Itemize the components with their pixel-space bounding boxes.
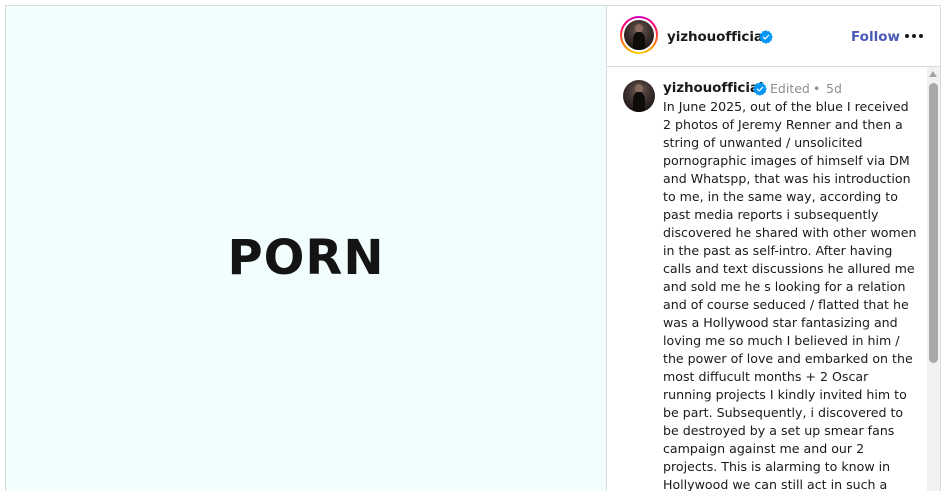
caption-line: be part. Subsequently, i discovered to <box>663 405 904 420</box>
post-dialog: PORN yizhouofficial Follow yizhouofficia… <box>5 5 941 491</box>
caption-line: in the past as self-intro. After having <box>663 243 893 258</box>
scroll-up-arrow-icon[interactable] <box>929 71 937 77</box>
caption-line: the power of love and embarked on the <box>663 351 913 366</box>
edited-label: Edited <box>770 81 810 96</box>
avatar-figure-body <box>633 32 645 50</box>
caption-text: In June 2025, out of the blue I received… <box>663 98 921 491</box>
media-overlay-text: PORN <box>227 230 385 286</box>
follow-button[interactable]: Follow <box>851 29 900 45</box>
post-timestamp[interactable]: 5d <box>826 81 842 96</box>
avatar-figure-body <box>633 92 645 112</box>
caption-line: calls and text discussions he allured me <box>663 261 915 276</box>
caption-avatar[interactable] <box>623 80 655 112</box>
scrollbar[interactable] <box>927 67 940 491</box>
caption-line: loving me so much I believed in him / <box>663 333 900 348</box>
caption-line: was a Hollywood star fantasizing and <box>663 315 898 330</box>
caption-line: Hollywood we can still act in such a <box>663 477 888 491</box>
meta-separator: • <box>813 81 821 96</box>
verified-badge-icon <box>759 30 773 44</box>
caption-line: and Whatspp, that was his introduction <box>663 171 911 186</box>
caption-line: discovered he shared with other women <box>663 225 917 240</box>
scroll-thumb[interactable] <box>929 83 938 363</box>
caption-line: 2 photos of Jeremy Renner and then a <box>663 117 903 132</box>
caption-line: In June 2025, out of the blue I received <box>663 99 909 114</box>
caption-username[interactable]: yizhouofficial <box>663 80 764 96</box>
caption-line: and sold me he s looking for a relation <box>663 279 906 294</box>
post-header: yizhouofficial Follow <box>607 6 940 67</box>
caption-line: be destroyed by a set up smear fans <box>663 423 895 438</box>
header-username[interactable]: yizhouofficial <box>667 29 768 45</box>
post-media[interactable]: PORN <box>6 6 606 491</box>
post-side-panel: yizhouofficial Follow yizhouofficial Edi… <box>606 6 940 491</box>
caption-line: pornographic images of himself via DM <box>663 153 910 168</box>
caption-line: projects. This is alarming to know in <box>663 459 891 474</box>
caption-line: and of course seduced / flatted that he <box>663 297 909 312</box>
avatar-photo <box>624 20 654 50</box>
caption-line: string of unwanted / unsolicited <box>663 135 863 150</box>
caption-line: to me, in the same way, according to <box>663 189 898 204</box>
caption-area: yizhouofficial Edited • 5d In June 2025,… <box>607 67 940 491</box>
caption-line: past media reports i subsequently <box>663 207 879 222</box>
more-options-icon[interactable] <box>905 32 925 40</box>
caption-line: most diffucult months + 2 Oscar <box>663 369 869 384</box>
caption-line: running projects I kindly invited him to <box>663 387 907 402</box>
verified-badge-icon <box>753 82 767 96</box>
caption-line: campaign against me and our 2 <box>663 441 865 456</box>
avatar[interactable] <box>620 16 658 54</box>
